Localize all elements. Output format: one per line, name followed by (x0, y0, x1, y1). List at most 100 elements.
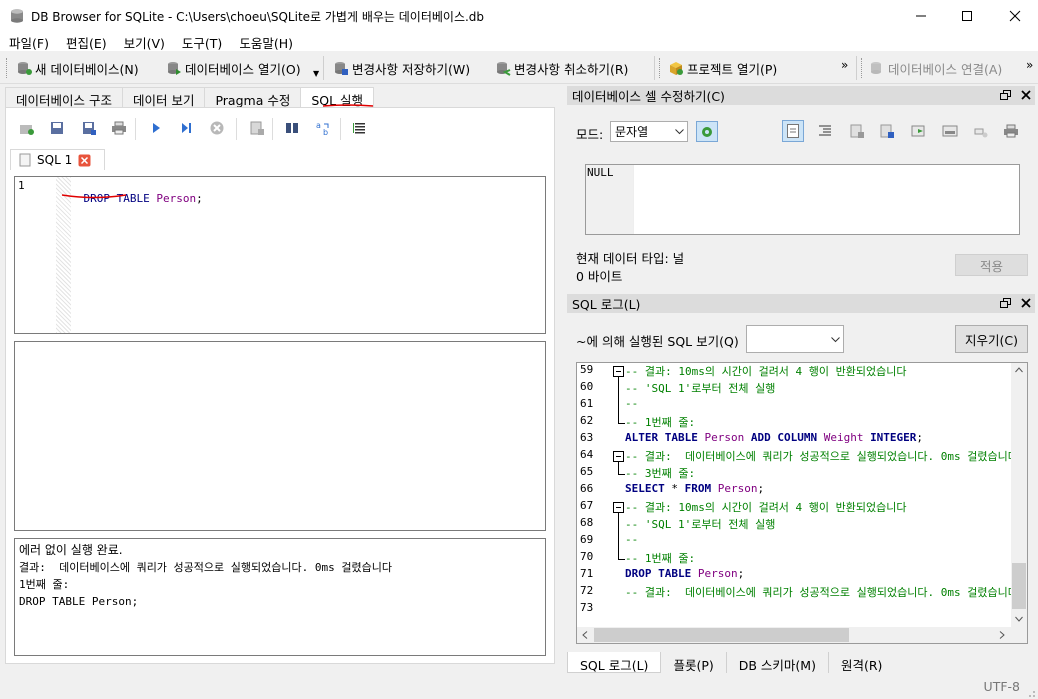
log-token: -- 1번째 줄: (625, 552, 696, 565)
write-changes-button[interactable]: 변경사항 저장하기(W) (333, 57, 470, 79)
open-database-button[interactable]: 데이터베이스 열기(O) (166, 57, 301, 79)
cell-value-editor[interactable]: NULL (585, 164, 1020, 235)
title-bar: DB Browser for SQLite - C:\Users\choeu\S… (0, 0, 1038, 31)
comment-button[interactable] (350, 118, 370, 138)
resize-grip-icon[interactable] (1026, 688, 1036, 698)
printer-icon (1004, 124, 1018, 138)
stop-icon (210, 121, 224, 135)
log-token: ADD COLUMN (750, 431, 818, 444)
import-file-button[interactable] (846, 120, 868, 142)
print-button[interactable] (109, 118, 129, 138)
log-token: INTEGER (870, 431, 917, 444)
open-project-label: 프로젝트 열기(P) (687, 61, 778, 77)
scroll-right-icon[interactable] (999, 631, 1005, 639)
close-dock-icon[interactable] (1021, 298, 1031, 308)
close-tab-icon[interactable] (78, 154, 91, 167)
tab-database-structure[interactable]: 데이터베이스 구조 (5, 87, 123, 108)
scroll-up-icon[interactable] (1015, 367, 1023, 373)
toolbar-grip[interactable] (861, 58, 864, 78)
tab-edit-pragmas[interactable]: Pragma 수정 (204, 87, 302, 108)
word-wrap-button[interactable] (782, 120, 804, 142)
open-sql-file-button[interactable] (47, 118, 67, 138)
float-dock-icon[interactable] (1000, 90, 1011, 100)
toolbar-overflow-chevron[interactable]: » (841, 58, 848, 72)
float-dock-icon[interactable] (1000, 298, 1011, 308)
find-icon (286, 123, 298, 133)
horizontal-scroll-thumb[interactable] (594, 628, 849, 642)
log-line-number: 69 (580, 533, 594, 546)
fold-toggle-icon[interactable] (613, 451, 624, 462)
auto-format-button[interactable] (814, 120, 836, 142)
sql-editor-tab[interactable]: SQL 1 (10, 149, 105, 170)
find-replace-button[interactable]: ab (313, 118, 333, 138)
fold-toggle-icon[interactable] (613, 366, 624, 377)
results-grid[interactable] (14, 341, 546, 531)
execute-all-button[interactable] (146, 118, 166, 138)
log-line-number: 62 (580, 414, 594, 427)
menu-tools[interactable]: 도구(T) (173, 31, 230, 51)
tab-remote[interactable]: 원격(R) (829, 652, 894, 673)
execute-line-button[interactable] (176, 118, 196, 138)
log-line: 60 -- 'SQL 1'로부터 전체 실행 (577, 380, 1011, 397)
open-project-button[interactable]: 프로젝트 열기(P) (668, 57, 777, 79)
fold-line (618, 533, 619, 550)
open-database-dropdown-arrow[interactable]: ▼ (313, 69, 319, 78)
comment-lines-icon (353, 123, 365, 134)
scroll-left-icon[interactable] (582, 631, 588, 639)
log-token: -- 'SQL 1'로부터 전체 실행 (625, 518, 776, 531)
log-line: 70 -- 1번째 줄: (577, 550, 1011, 567)
scroll-down-icon[interactable] (1015, 616, 1023, 622)
clear-log-button[interactable]: 지우기(C) (955, 325, 1028, 353)
fold-toggle-icon[interactable] (613, 502, 624, 513)
sql-editor[interactable]: 1 DROP TABLE Person; (14, 176, 546, 334)
save-results-button[interactable] (247, 118, 267, 138)
execution-message-pane[interactable]: 에러 없이 실행 완료. 결과: 데이터베이스에 쿼리가 성공적으로 실행되었습… (14, 538, 546, 656)
close-dock-icon[interactable] (1021, 90, 1031, 100)
log-token: ALTER TABLE (625, 431, 698, 444)
save-results-icon (250, 121, 264, 135)
menu-view[interactable]: 보기(V) (115, 31, 173, 51)
log-filter-select[interactable] (746, 325, 844, 353)
tab-browse-data[interactable]: 데이터 보기 (121, 87, 206, 108)
auto-switch-mode-button[interactable] (696, 121, 718, 142)
tab-db-schema[interactable]: DB 스키마(M) (727, 652, 829, 673)
toolbar-grip[interactable] (6, 58, 9, 78)
close-icon (1009, 10, 1021, 21)
save-sql-file-button[interactable] (79, 118, 99, 138)
tab-sql-log[interactable]: SQL 로그(L) (567, 652, 662, 673)
open-tab-button[interactable] (17, 118, 37, 138)
apply-button[interactable]: 적용 (955, 254, 1028, 276)
vertical-scroll-thumb[interactable] (1012, 563, 1026, 609)
vertical-scrollbar[interactable] (1011, 363, 1027, 629)
play-icon (153, 123, 160, 133)
set-null-button[interactable] (907, 120, 929, 142)
find-button[interactable] (282, 118, 302, 138)
write-changes-icon (335, 62, 348, 75)
print-cell-button[interactable] (1000, 120, 1022, 142)
toolbar-overflow-chevron-2[interactable]: » (1026, 58, 1033, 72)
close-window-button[interactable] (992, 0, 1038, 31)
mode-select[interactable]: 문자열 (610, 121, 688, 142)
svg-text:b: b (323, 128, 328, 136)
menu-file[interactable]: 파일(F) (0, 31, 57, 51)
revert-changes-button[interactable]: 변경사항 취소하기(R) (495, 57, 628, 79)
chevron-down-icon (831, 337, 840, 343)
menu-edit[interactable]: 편집(E) (57, 31, 115, 51)
maximize-button[interactable] (944, 0, 990, 31)
clear-cell-button[interactable] (970, 120, 992, 142)
export-file-button[interactable] (876, 120, 898, 142)
stop-execution-button[interactable] (207, 118, 227, 138)
window-title: DB Browser for SQLite - C:\Users\choeu\S… (31, 10, 485, 24)
toolbar-grip[interactable] (659, 58, 662, 78)
new-database-button[interactable]: 새 데이터베이스(N) (16, 57, 139, 79)
toolbar-separator (340, 118, 341, 140)
tab-plot[interactable]: 플롯(P) (661, 652, 727, 673)
menu-help[interactable]: 도움말(H) (230, 31, 301, 51)
copy-cell-button[interactable] (939, 120, 961, 142)
minimize-button[interactable] (898, 0, 944, 31)
log-line-code: DROP TABLE Person; (625, 567, 744, 580)
sql-log-view[interactable]: 59 -- 결과: 10ms의 시간이 걸려서 4 행이 반환되었습니다 60 -- … (576, 362, 1028, 644)
app-database-icon (11, 9, 23, 23)
attach-database-button[interactable]: 데이터베이스 연결(A) (869, 57, 1002, 79)
horizontal-scrollbar[interactable] (577, 627, 1027, 643)
